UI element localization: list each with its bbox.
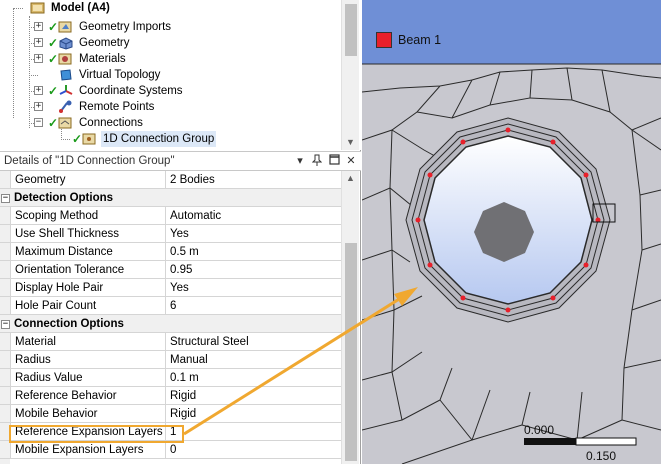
close-icon[interactable]: ✕ bbox=[344, 154, 358, 168]
legend: Beam 1 bbox=[376, 32, 441, 48]
legend-label: Beam 1 bbox=[398, 33, 442, 47]
check-icon: ✓ bbox=[48, 36, 59, 50]
collapse-section-icon[interactable]: − bbox=[1, 320, 10, 329]
tree-scrollbar-thumb[interactable] bbox=[345, 4, 357, 56]
row-maximum-distance[interactable]: Maximum Distance 0.5 m bbox=[0, 243, 341, 261]
tree-item-remote-points[interactable]: ✓ Remote Points bbox=[48, 99, 156, 115]
check-icon: ✓ bbox=[48, 68, 58, 82]
expand-remote-points-toggle[interactable]: + bbox=[34, 102, 43, 111]
expand-materials-toggle[interactable]: + bbox=[34, 54, 43, 63]
connections-icon bbox=[58, 116, 74, 130]
outline-tree: Model (A4) + ✓ Geometry Imports + ✓ Geom… bbox=[0, 0, 361, 150]
scale-start-label: 0.000 bbox=[524, 423, 555, 437]
mesh-view bbox=[362, 0, 661, 464]
scroll-up-arrow-icon[interactable]: ▲ bbox=[346, 173, 355, 183]
details-panel-header: Details of "1D Connection Group" ▾ ✕ bbox=[0, 151, 361, 171]
inner-octagon bbox=[474, 202, 534, 262]
remote-points-icon bbox=[58, 100, 74, 114]
details-scrollbar-thumb[interactable] bbox=[345, 243, 357, 461]
model-icon bbox=[30, 1, 46, 15]
tree-item-materials[interactable]: ✓ Materials bbox=[48, 51, 128, 67]
row-reference-expansion-layers[interactable]: Reference Expansion Layers 1 bbox=[0, 423, 341, 441]
row-geometry[interactable]: Geometry 2 Bodies bbox=[0, 171, 341, 189]
virtual-topology-icon bbox=[58, 68, 74, 82]
tree-item-virtual-topology[interactable]: ✓ Virtual Topology bbox=[48, 67, 162, 83]
row-reference-behavior[interactable]: Reference Behavior Rigid bbox=[0, 387, 341, 405]
left-panel: Model (A4) + ✓ Geometry Imports + ✓ Geom… bbox=[0, 0, 361, 464]
details-scrollbar[interactable]: ▲ bbox=[341, 171, 359, 464]
expand-coordinate-systems-toggle[interactable]: + bbox=[34, 86, 43, 95]
collapse-connections-toggle[interactable]: − bbox=[34, 118, 43, 127]
details-title: Details of "1D Connection Group" bbox=[4, 155, 175, 167]
section-detection-options[interactable]: − Detection Options bbox=[0, 189, 341, 207]
check-icon: ✓ bbox=[48, 20, 59, 34]
geometry-icon bbox=[58, 36, 74, 50]
pin-icon[interactable] bbox=[310, 154, 324, 168]
tree-scrollbar[interactable]: ▼ bbox=[341, 0, 359, 150]
legend-swatch bbox=[376, 32, 392, 48]
row-material[interactable]: Material Structural Steel bbox=[0, 333, 341, 351]
row-radius[interactable]: Radius Manual bbox=[0, 351, 341, 369]
materials-icon bbox=[58, 52, 74, 66]
coordinate-systems-icon bbox=[58, 84, 74, 98]
maximize-icon[interactable] bbox=[327, 154, 341, 168]
tree-item-connections[interactable]: ✓ Connections bbox=[48, 115, 145, 131]
check-icon: ✓ bbox=[72, 132, 83, 146]
row-scoping-method[interactable]: Scoping Method Automatic bbox=[0, 207, 341, 225]
tree-item-coordinate-systems[interactable]: ✓ Coordinate Systems bbox=[48, 83, 185, 99]
tree-item-geometry[interactable]: ✓ Geometry bbox=[48, 35, 132, 51]
collapse-section-icon[interactable]: − bbox=[1, 194, 10, 203]
row-mobile-behavior[interactable]: Mobile Behavior Rigid bbox=[0, 405, 341, 423]
scale-end-label: 0.150 bbox=[586, 449, 617, 463]
expand-geometry-toggle[interactable]: + bbox=[34, 38, 43, 47]
expand-geometry-imports-toggle[interactable]: + bbox=[34, 22, 43, 31]
details-grid: Geometry 2 Bodies − Detection Options Sc… bbox=[0, 171, 341, 464]
scale-bar bbox=[524, 437, 637, 446]
connection-group-icon bbox=[82, 132, 98, 146]
tree-item-model[interactable]: Model (A4) bbox=[30, 0, 112, 16]
check-icon: ✓ bbox=[48, 52, 59, 66]
row-display-hole-pair[interactable]: Display Hole Pair Yes bbox=[0, 279, 341, 297]
section-connection-options[interactable]: − Connection Options bbox=[0, 315, 341, 333]
tree-item-1d-connection-group[interactable]: ✓ 1D Connection Group bbox=[72, 131, 217, 147]
geometry-imports-icon bbox=[58, 20, 74, 34]
check-icon: ✓ bbox=[48, 84, 59, 98]
graphics-viewport[interactable]: Beam 1 0.000 0.150 bbox=[362, 0, 661, 464]
dropdown-menu-icon[interactable]: ▾ bbox=[293, 154, 307, 168]
check-icon: ✓ bbox=[48, 100, 58, 114]
row-radius-value[interactable]: Radius Value 0.1 m bbox=[0, 369, 341, 387]
row-use-shell-thickness[interactable]: Use Shell Thickness Yes bbox=[0, 225, 341, 243]
row-hole-pair-count[interactable]: Hole Pair Count 6 bbox=[0, 297, 341, 315]
row-mobile-expansion-layers[interactable]: Mobile Expansion Layers 0 bbox=[0, 441, 341, 459]
check-icon: ✓ bbox=[48, 116, 59, 130]
scroll-down-arrow-icon[interactable]: ▼ bbox=[346, 137, 355, 147]
row-orientation-tolerance[interactable]: Orientation Tolerance 0.95 bbox=[0, 261, 341, 279]
tree-item-geometry-imports[interactable]: ✓ Geometry Imports bbox=[48, 19, 173, 35]
